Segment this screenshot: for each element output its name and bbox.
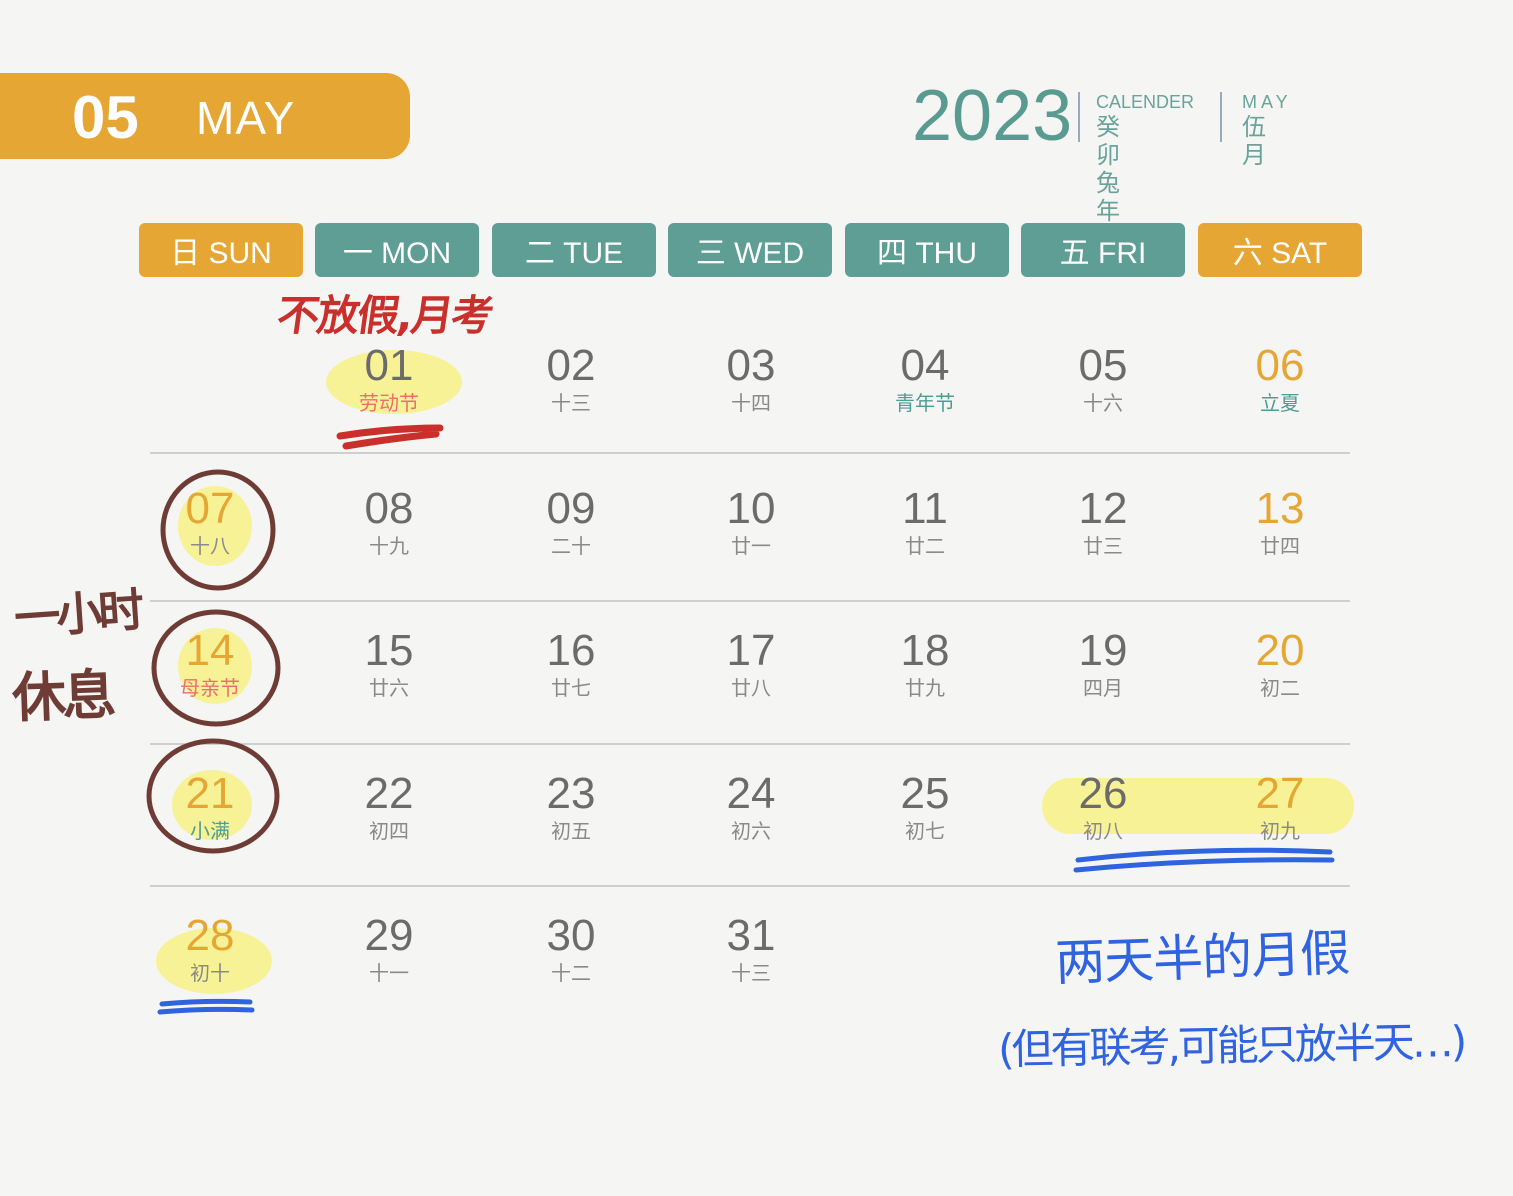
note-joint-exam: (但有联考,可能只放半天…): [997, 1016, 1465, 1075]
underline-mark: [157, 998, 255, 1015]
note-monthly-leave: 两天半的月假: [1054, 923, 1351, 993]
note-no-holiday-exam: 不放假,月考: [274, 291, 495, 340]
circle-mark: [151, 609, 281, 727]
circle-mark: [146, 738, 280, 854]
note-one-hour: 一小时: [12, 582, 142, 646]
underline-mark: [336, 424, 444, 450]
underline-mark: [1073, 847, 1335, 873]
note-rest: 休息: [11, 663, 114, 730]
circle-mark: [160, 469, 276, 591]
